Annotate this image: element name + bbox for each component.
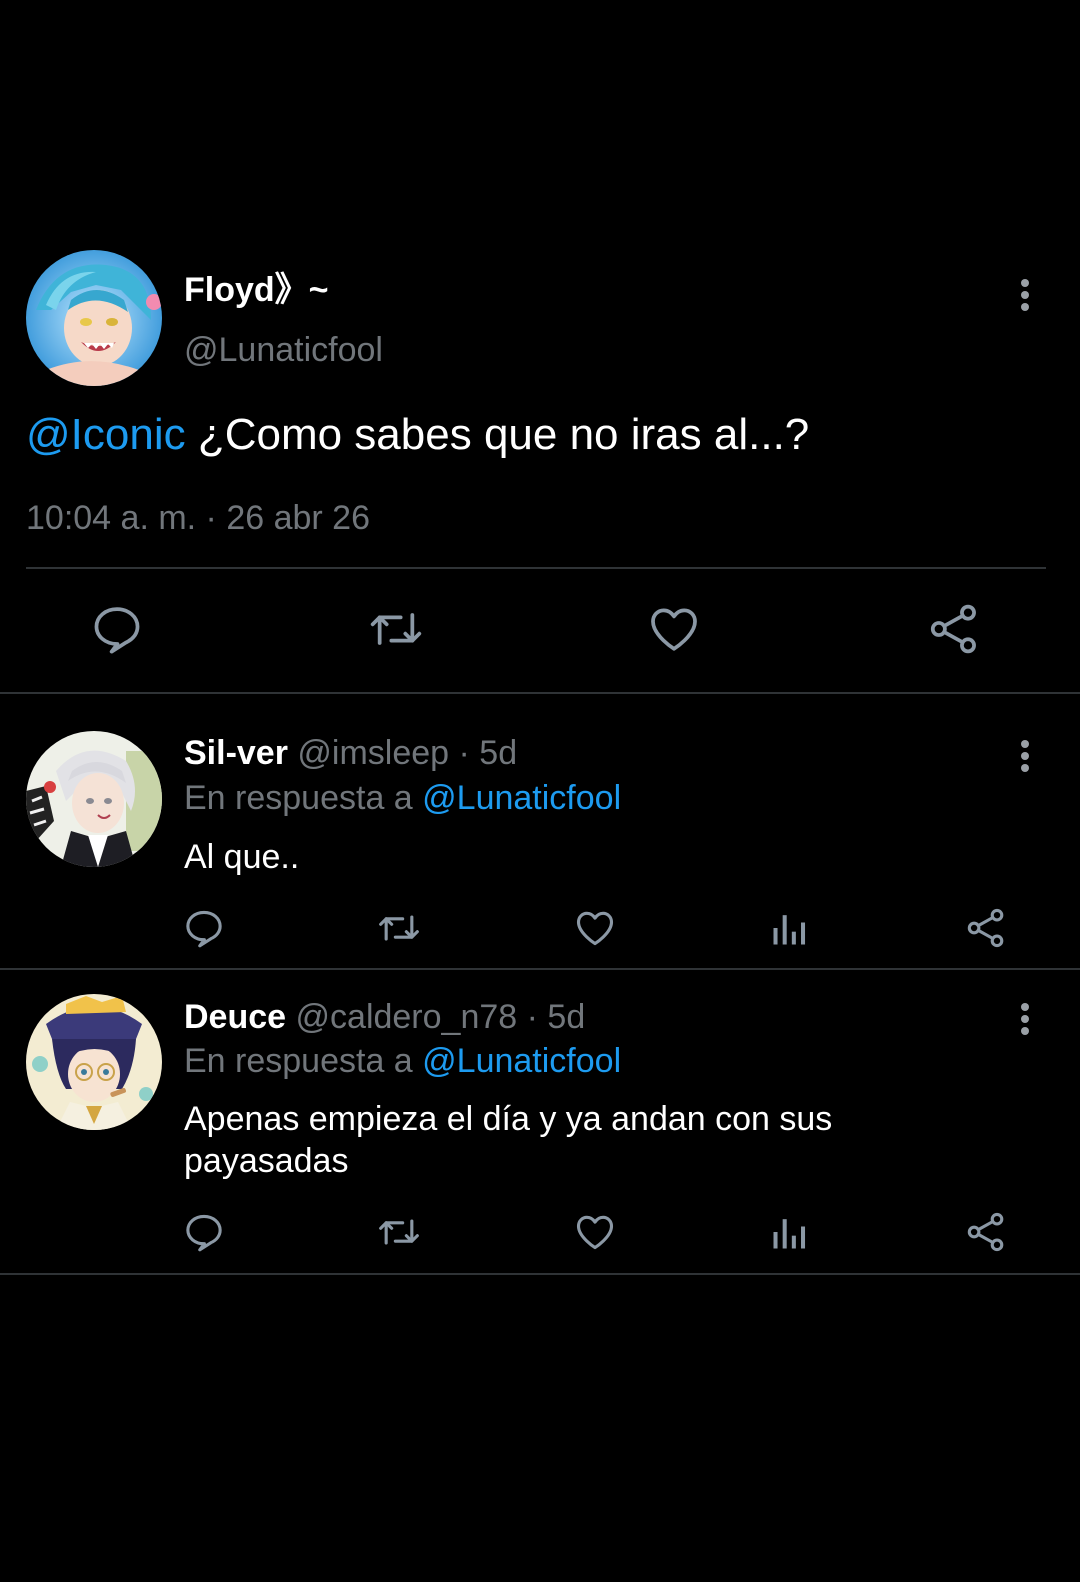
reply-age: · 5d [458,734,518,772]
reply-handle[interactable]: @imsleep [297,734,449,772]
share-icon[interactable] [964,906,1008,950]
retweet-icon[interactable] [377,906,421,950]
share-icon[interactable] [926,601,982,657]
avatar-silver[interactable] [26,731,162,867]
reply-icon[interactable] [89,601,145,657]
reply-text: Al que.. [184,838,300,876]
like-icon[interactable] [646,601,702,657]
retweet-icon[interactable] [377,1210,421,1254]
reply-prefix: En respuesta a [184,1042,413,1080]
reply-age: · 5d [526,998,586,1036]
reply-text: Apenas empieza el día y ya andan con sus… [184,1100,833,1180]
reply-display-name[interactable]: Sil-ver [184,734,288,772]
reply-to-link[interactable]: @Lunaticfool [422,779,621,817]
reply-icon[interactable] [182,1210,226,1254]
reply-prefix: En respuesta a [184,779,413,817]
divider [0,692,1080,694]
reply-context: En respuesta a @Lunaticfool [184,778,621,818]
views-icon[interactable] [768,1210,812,1254]
like-icon[interactable] [573,906,617,950]
main-tweet-timestamp[interactable]: 10:04 a. m. · 26 abr 26 [26,498,370,538]
reply-header: Deuce @caldero_n78 · 5d [184,997,585,1037]
more-options-icon[interactable] [1015,736,1035,780]
reply-display-name[interactable]: Deuce [184,998,286,1036]
like-icon[interactable] [573,1210,617,1254]
more-options-icon[interactable] [1015,275,1035,319]
more-options-icon[interactable] [1015,999,1035,1043]
avatar-deuce[interactable] [26,994,162,1130]
reply-to-link[interactable]: @Lunaticfool [422,1042,621,1080]
reply-icon[interactable] [182,906,226,950]
main-tweet-display-name[interactable]: Floyd》~ [184,270,329,310]
reply-context: En respuesta a @Lunaticfool [184,1041,621,1081]
reply-handle[interactable]: @caldero_n78 [296,998,518,1036]
views-icon[interactable] [768,906,812,950]
avatar-floyd[interactable] [26,250,162,386]
divider [26,567,1046,569]
main-tweet-text: @Iconic ¿Como sabes que no iras al...? [26,408,809,462]
retweet-icon[interactable] [368,601,424,657]
mention-link[interactable]: @Iconic [26,410,186,459]
reply-header: Sil-ver @imsleep · 5d [184,733,517,773]
main-tweet-handle[interactable]: @Lunaticfool [184,330,383,370]
divider [0,968,1080,970]
main-tweet-body: ¿Como sabes que no iras al...? [185,410,810,459]
divider [0,1273,1080,1275]
share-icon[interactable] [964,1210,1008,1254]
